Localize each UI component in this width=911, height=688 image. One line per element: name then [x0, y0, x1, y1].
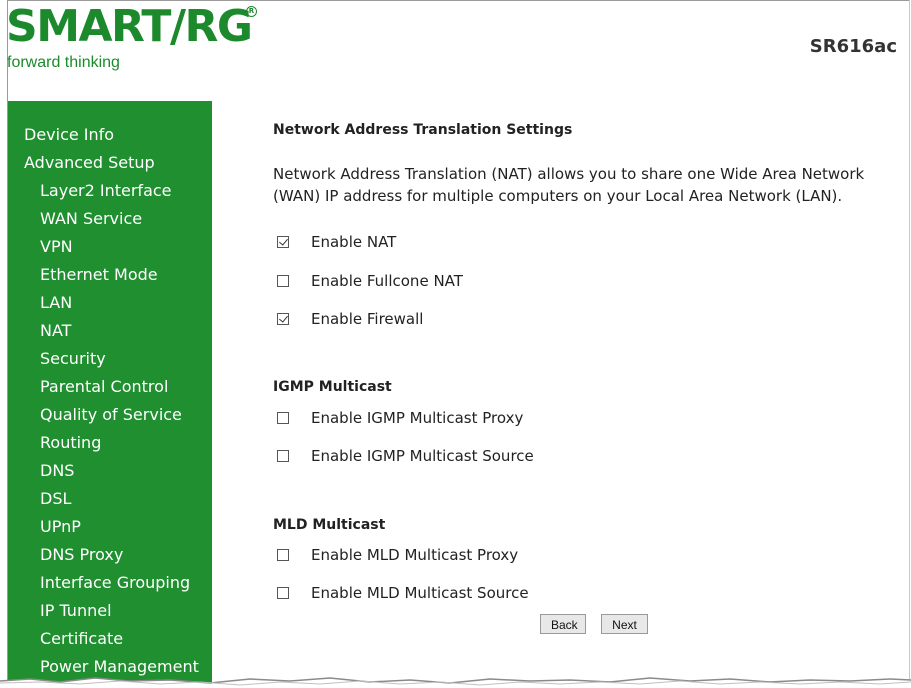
igmp-multicast-proxy-checkbox[interactable] [277, 412, 289, 424]
enable-nat-label: Enable NAT [311, 233, 397, 251]
next-button[interactable]: Next [601, 614, 648, 634]
logo-text: SMART/RG [6, 1, 253, 52]
mld-multicast-proxy-checkbox[interactable] [277, 549, 289, 561]
enable-firewall-label: Enable Firewall [311, 310, 424, 328]
sidebar-item-lan[interactable]: LAN [8, 291, 212, 315]
enable-fullcone-nat-label: Enable Fullcone NAT [311, 272, 463, 290]
sidebar-item-ip-tunnel[interactable]: IP Tunnel [8, 599, 212, 623]
sidebar-item-nat[interactable]: NAT [8, 319, 212, 343]
registered-mark-icon: R [246, 6, 257, 17]
enable-firewall-row: Enable Firewall [277, 308, 423, 330]
sidebar-item-certificate[interactable]: Certificate [8, 627, 212, 651]
igmp-proxy-row: Enable IGMP Multicast Proxy [277, 407, 523, 429]
sidebar-item-quality-of-service[interactable]: Quality of Service [8, 403, 212, 427]
sidebar-item-device-info[interactable]: Device Info [8, 123, 212, 147]
mld-multicast-source-label: Enable MLD Multicast Source [311, 584, 529, 602]
sidebar-item-dns[interactable]: DNS [8, 459, 212, 483]
mld-multicast-source-checkbox[interactable] [277, 587, 289, 599]
mld-source-row: Enable MLD Multicast Source [277, 582, 529, 604]
mld-proxy-row: Enable MLD Multicast Proxy [277, 544, 518, 566]
igmp-source-row: Enable IGMP Multicast Source [277, 445, 534, 467]
sidebar-item-dsl[interactable]: DSL [8, 487, 212, 511]
igmp-multicast-source-label: Enable IGMP Multicast Source [311, 447, 534, 465]
torn-edge-graphic [0, 677, 911, 688]
enable-fullcone-nat-checkbox[interactable] [277, 275, 289, 287]
igmp-multicast-source-checkbox[interactable] [277, 450, 289, 462]
sidebar-item-vpn[interactable]: VPN [8, 235, 212, 259]
enable-fullcone-nat-row: Enable Fullcone NAT [277, 270, 463, 292]
sidebar-nav: Device Info Advanced Setup Layer2 Interfac… [8, 101, 212, 688]
smartrg-logo: SMART/RG [6, 1, 253, 52]
sidebar-item-routing[interactable]: Routing [8, 431, 212, 455]
sidebar-item-interface-grouping[interactable]: Interface Grouping [8, 571, 212, 595]
igmp-multicast-proxy-label: Enable IGMP Multicast Proxy [311, 409, 524, 427]
frame-right-border [909, 0, 910, 688]
sidebar-item-parental-control[interactable]: Parental Control [8, 375, 212, 399]
enable-nat-row: Enable NAT [277, 231, 396, 253]
sidebar-item-security[interactable]: Security [8, 347, 212, 371]
enable-nat-checkbox[interactable] [277, 236, 289, 248]
mld-multicast-proxy-label: Enable MLD Multicast Proxy [311, 546, 519, 564]
brand-tagline: forward thinking [7, 54, 120, 71]
nat-description: Network Address Translation (NAT) allows… [273, 165, 865, 205]
device-model: SR616ac [809, 36, 897, 57]
sidebar-item-wan-service[interactable]: WAN Service [8, 207, 212, 231]
sidebar-item-advanced-setup[interactable]: Advanced Setup [8, 151, 212, 175]
igmp-section-title: IGMP Multicast [273, 379, 392, 395]
sidebar-item-upnp[interactable]: UPnP [8, 515, 212, 539]
mld-section-title: MLD Multicast [273, 517, 386, 533]
enable-firewall-checkbox[interactable] [277, 313, 289, 325]
sidebar-item-ethernet-mode[interactable]: Ethernet Mode [8, 263, 212, 287]
nat-section-title: Network Address Translation Settings [273, 122, 573, 138]
sidebar-item-layer2-interface[interactable]: Layer2 Interface [8, 179, 212, 203]
back-button[interactable]: Back [540, 614, 586, 634]
sidebar-item-dns-proxy[interactable]: DNS Proxy [8, 543, 212, 567]
